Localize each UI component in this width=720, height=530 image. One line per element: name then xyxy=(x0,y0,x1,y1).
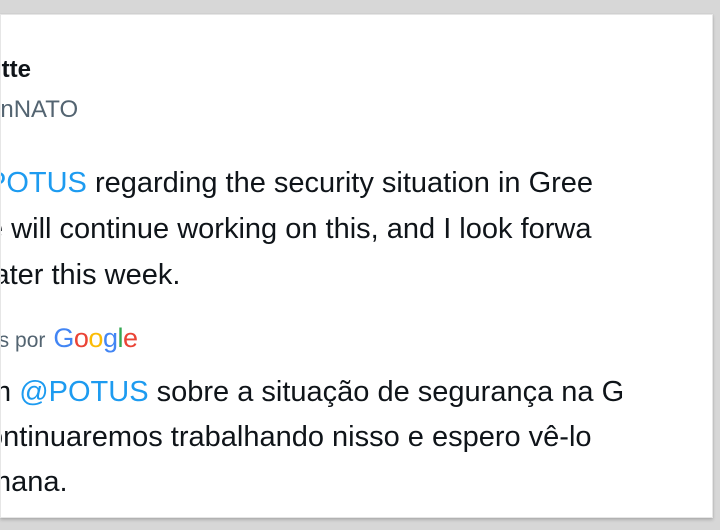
original-line-2: e will continue working on this, and I l… xyxy=(0,213,592,245)
original-line-3: later this week. xyxy=(0,259,181,291)
mention-link[interactable]: POTUS xyxy=(1,167,87,199)
google-logo-letter: G xyxy=(53,323,74,353)
mention-link[interactable]: @POTUS xyxy=(19,376,148,408)
translated-line-1-text: sobre a situação de segurança na G xyxy=(148,376,625,408)
post-text-original: POTUS regarding the security situation i… xyxy=(0,160,594,298)
google-logo-letter: g xyxy=(102,323,118,353)
author-handle[interactable]: enNATO xyxy=(1,96,78,124)
post-card: utte enNATO POTUS regarding the security… xyxy=(0,14,713,518)
translation-attribution: ês por Google xyxy=(1,323,138,354)
original-line-1-text: regarding the security situation in Gree xyxy=(86,167,594,199)
translated-line-1-prefix: m xyxy=(1,376,19,408)
google-logo-letter: o xyxy=(73,323,89,353)
google-logo-letter: o xyxy=(88,323,103,353)
translated-line-2: ontinuaremos trabalhando nisso e espero … xyxy=(0,421,592,453)
google-logo-letter: e xyxy=(122,323,138,353)
author-name[interactable]: utte xyxy=(1,56,31,84)
translation-label: ês por xyxy=(1,329,46,352)
google-logo: Google xyxy=(53,323,138,354)
translated-line-1: m @POTUS sobre a situação de segurança n… xyxy=(1,370,625,415)
translated-line-3: mana. xyxy=(1,466,68,498)
original-line-1: POTUS regarding the security situation i… xyxy=(1,160,594,206)
post-text-translated: m @POTUS sobre a situação de segurança n… xyxy=(0,370,625,505)
